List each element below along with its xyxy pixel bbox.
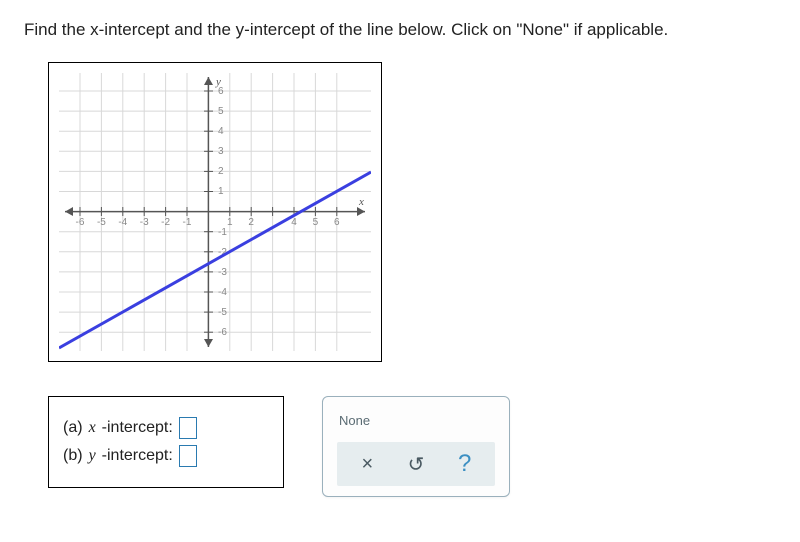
svg-text:2: 2 — [218, 166, 224, 177]
svg-text:-5: -5 — [218, 307, 227, 318]
clear-button[interactable]: × — [349, 453, 385, 476]
help-icon: ? — [458, 450, 471, 477]
x-axis-label: x — [358, 196, 364, 208]
plotted-line — [59, 172, 371, 348]
x-intercept-input[interactable] — [179, 417, 197, 439]
svg-text:1: 1 — [218, 186, 224, 197]
x-var: x — [89, 419, 96, 437]
svg-text:-4: -4 — [218, 287, 227, 298]
answer-panel: (a) x -intercept: (b) y -intercept: — [48, 396, 284, 488]
question-text: Find the x-intercept and the y-intercept… — [24, 20, 776, 40]
x-icon: × — [361, 453, 373, 475]
coordinate-graph: -6-5-4 -3-2-1 12 456 65 43 21 -1-2 -3-4 … — [48, 62, 382, 362]
part-a-prefix: (a) — [63, 419, 83, 437]
part-b-prefix: (b) — [63, 447, 83, 465]
svg-text:-1: -1 — [183, 217, 192, 228]
svg-text:-4: -4 — [118, 217, 127, 228]
svg-text:-5: -5 — [97, 217, 106, 228]
svg-text:2: 2 — [248, 217, 254, 228]
y-var: y — [89, 447, 96, 465]
tool-row: × ↺ ? — [337, 442, 495, 486]
svg-text:-6: -6 — [76, 217, 85, 228]
help-button[interactable]: ? — [447, 450, 483, 478]
y-intercept-label: -intercept: — [102, 447, 173, 465]
svg-text:3: 3 — [218, 146, 224, 157]
svg-text:1: 1 — [227, 217, 233, 228]
y-intercept-input[interactable] — [179, 445, 197, 467]
reset-button[interactable]: ↺ — [398, 452, 434, 477]
graph-svg: -6-5-4 -3-2-1 12 456 65 43 21 -1-2 -3-4 … — [59, 73, 371, 351]
reset-icon: ↺ — [408, 454, 425, 476]
svg-text:4: 4 — [291, 217, 297, 228]
y-intercept-row: (b) y -intercept: — [63, 445, 269, 467]
y-axis-label: y — [215, 76, 221, 88]
none-button[interactable]: None — [337, 409, 495, 442]
svg-text:5: 5 — [218, 106, 224, 117]
svg-text:-1: -1 — [218, 227, 227, 238]
svg-text:4: 4 — [218, 126, 224, 137]
x-intercept-row: (a) x -intercept: — [63, 417, 269, 439]
svg-text:-2: -2 — [161, 217, 170, 228]
svg-text:5: 5 — [313, 217, 319, 228]
svg-text:-3: -3 — [140, 217, 149, 228]
tool-palette: None × ↺ ? — [322, 396, 510, 497]
x-intercept-label: -intercept: — [102, 419, 173, 437]
svg-text:-3: -3 — [218, 267, 227, 278]
svg-text:-6: -6 — [218, 327, 227, 338]
svg-text:6: 6 — [334, 217, 340, 228]
